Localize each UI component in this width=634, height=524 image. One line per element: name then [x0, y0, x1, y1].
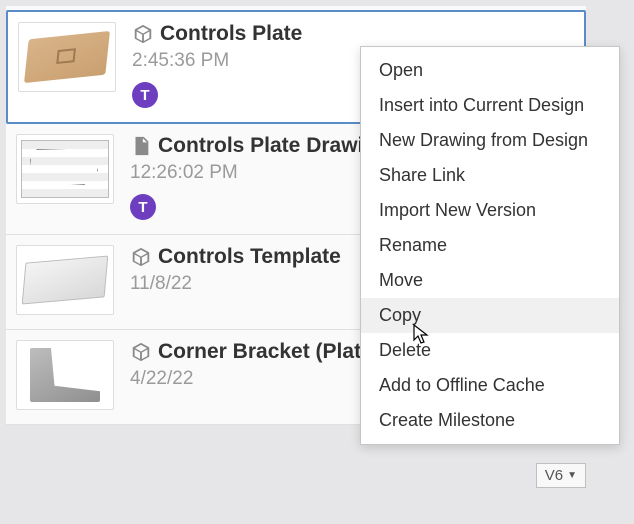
menu-copy[interactable]: Copy [361, 298, 619, 333]
item-title: Controls Plate Drawing [158, 134, 389, 158]
cube-icon [130, 246, 152, 268]
bracket-shape [30, 348, 100, 402]
thumbnail [16, 340, 114, 410]
drawing-shape [21, 140, 109, 198]
cube-icon [130, 341, 152, 363]
user-badge: T [132, 82, 158, 108]
menu-import-new-version[interactable]: Import New Version [361, 193, 619, 228]
cube-icon [132, 23, 154, 45]
menu-share-link[interactable]: Share Link [361, 158, 619, 193]
menu-rename[interactable]: Rename [361, 228, 619, 263]
drawing-icon [130, 135, 152, 157]
menu-new-drawing-from-design[interactable]: New Drawing from Design [361, 123, 619, 158]
menu-create-milestone[interactable]: Create Milestone [361, 403, 619, 438]
plate-shape [24, 31, 110, 83]
item-title: Controls Template [158, 245, 341, 269]
menu-move[interactable]: Move [361, 263, 619, 298]
thumbnail [16, 245, 114, 315]
thumbnail [18, 22, 116, 92]
item-title: Corner Bracket (Plate) [158, 340, 380, 364]
menu-delete[interactable]: Delete [361, 333, 619, 368]
menu-add-to-offline-cache[interactable]: Add to Offline Cache [361, 368, 619, 403]
version-label: V6 [545, 467, 563, 484]
item-title: Controls Plate [160, 22, 302, 46]
version-dropdown[interactable]: V6 ▼ [536, 463, 586, 488]
thumbnail [16, 134, 114, 204]
context-menu: Open Insert into Current Design New Draw… [360, 46, 620, 445]
template-shape [22, 256, 109, 305]
user-badge: T [130, 194, 156, 220]
menu-open[interactable]: Open [361, 53, 619, 88]
chevron-down-icon: ▼ [567, 470, 577, 481]
menu-insert-into-current-design[interactable]: Insert into Current Design [361, 88, 619, 123]
